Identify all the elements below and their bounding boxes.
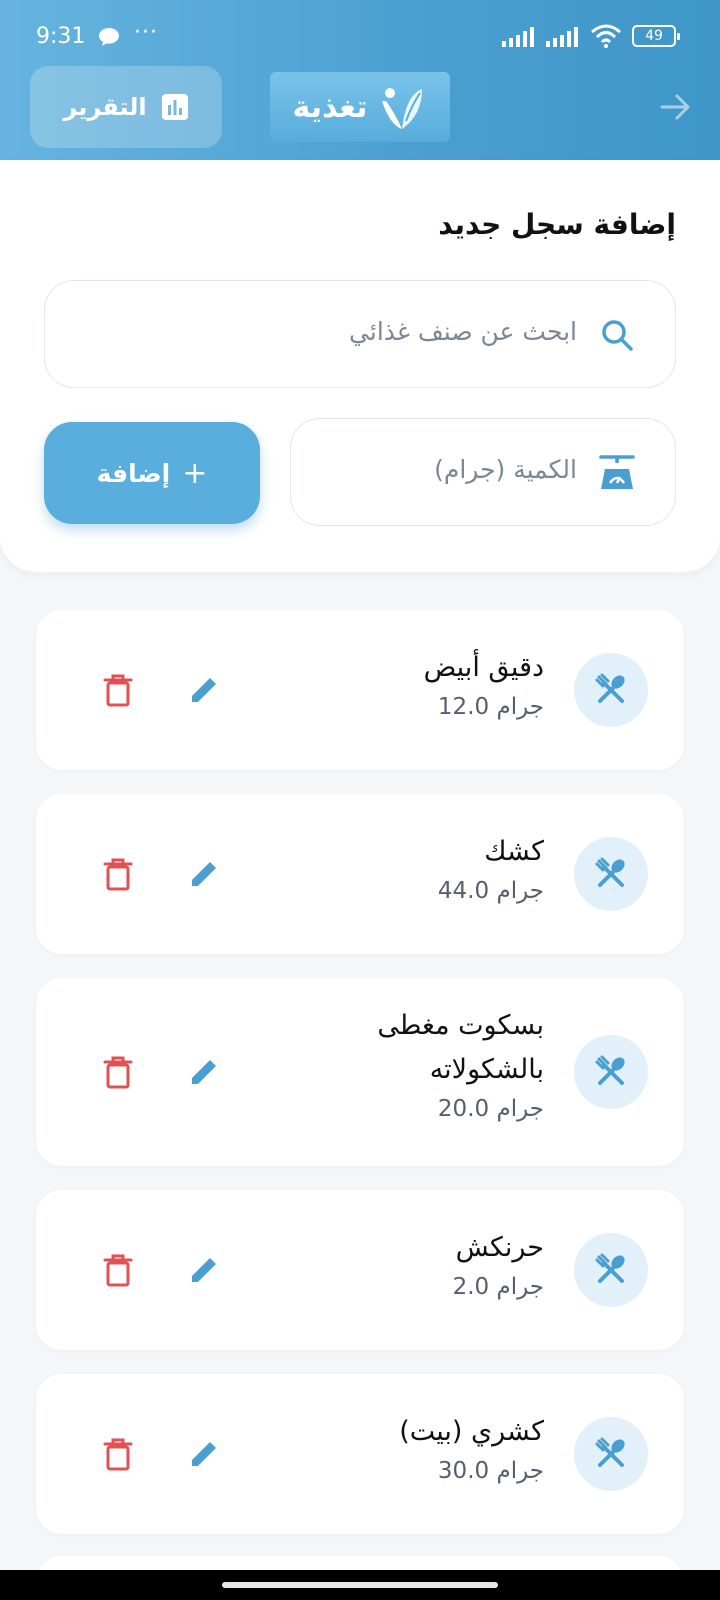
utensils-icon (574, 653, 648, 727)
food-item-text: كشري (بيت) 30.0 جرام (399, 1410, 544, 1488)
add-button[interactable]: إضافة + (44, 422, 260, 524)
app-logo: تغذية (270, 72, 450, 142)
status-bar: 9:31 ··· 49 (0, 0, 720, 60)
food-item-quantity: 44.0 جرام (437, 878, 544, 904)
app-header: 9:31 ··· 49 التقرير تغذية (0, 0, 720, 160)
plus-icon: + (182, 455, 208, 491)
food-item-card[interactable]: حرنكش 2.0 جرام (36, 1190, 684, 1350)
arrow-right-icon[interactable] (658, 90, 692, 124)
logo-leaf-icon (381, 88, 422, 129)
status-right-group: 49 (502, 24, 680, 48)
food-item-quantity: 20.0 جرام (437, 1096, 544, 1122)
trash-icon[interactable] (102, 856, 134, 892)
bar-chart-icon (161, 94, 188, 120)
status-more-dots: ··· (134, 20, 158, 45)
utensils-icon (574, 837, 648, 911)
food-item-quantity: 2.0 جرام (452, 1274, 544, 1300)
scale-icon (599, 455, 635, 489)
pencil-icon[interactable] (186, 856, 222, 892)
add-button-label: إضافة (96, 458, 171, 488)
food-item-card[interactable]: كشري (بيت) 30.0 جرام (36, 1374, 684, 1534)
home-gesture-handle[interactable] (222, 1582, 498, 1588)
signal-icon (502, 27, 534, 47)
food-item-card[interactable]: دقيق أبيض 12.0 جرام (36, 610, 684, 770)
quantity-input[interactable]: الكمية (جرام) (290, 418, 676, 526)
search-icon (602, 320, 633, 351)
add-entry-title: إضافة سجل جديد (438, 208, 676, 241)
pencil-icon[interactable] (186, 1054, 222, 1090)
pencil-icon[interactable] (186, 1252, 222, 1288)
chat-bubble-icon (99, 28, 119, 46)
report-label: التقرير (63, 93, 147, 121)
food-item-name-line2: بالشكولاته (429, 1054, 544, 1085)
pencil-icon[interactable] (186, 1436, 222, 1472)
food-item-quantity: 12.0 جرام (437, 694, 544, 720)
status-time: 9:31 (36, 24, 86, 49)
quantity-placeholder: الكمية (جرام) (434, 455, 577, 484)
trash-icon[interactable] (102, 1054, 134, 1090)
food-item-text: حرنكش 2.0 جرام (453, 1226, 544, 1304)
trash-icon[interactable] (102, 1252, 134, 1288)
system-nav-bar (0, 1570, 720, 1600)
food-item-text: كشك 44.0 جرام (438, 830, 544, 908)
pencil-icon[interactable] (186, 672, 222, 708)
food-item-name: كشري (بيت) (399, 1416, 544, 1447)
trash-icon[interactable] (102, 672, 134, 708)
utensils-icon (574, 1233, 648, 1307)
wifi-icon (591, 24, 621, 48)
food-item-quantity: 30.0 جرام (437, 1458, 544, 1484)
food-item-name: دقيق أبيض (423, 652, 544, 683)
food-item-card[interactable]: كشك 44.0 جرام (36, 794, 684, 954)
signal-icon-2 (546, 27, 578, 47)
search-placeholder: ابحث عن صنف غذائي (349, 317, 577, 346)
utensils-icon (574, 1035, 648, 1109)
food-item-text: بسكوت مغطى بالشكولاته 20.0 جرام (377, 1004, 544, 1126)
food-item-text: دقيق أبيض 12.0 جرام (424, 646, 544, 724)
report-button[interactable]: التقرير (30, 66, 222, 148)
food-item-name: حرنكش (455, 1232, 544, 1263)
food-item-name: بسكوت مغطى (377, 1010, 544, 1041)
food-item-card[interactable]: بسكوت مغطى بالشكولاته 20.0 جرام (36, 978, 684, 1166)
add-entry-card: إضافة سجل جديد ابحث عن صنف غذائي الكمية … (0, 160, 720, 572)
battery-indicator: 49 (632, 25, 680, 47)
utensils-icon (574, 1417, 648, 1491)
trash-icon[interactable] (102, 1436, 134, 1472)
logo-text: تغذية (292, 89, 368, 125)
food-item-name: كشك (484, 836, 544, 867)
food-search-input[interactable]: ابحث عن صنف غذائي (44, 280, 676, 388)
